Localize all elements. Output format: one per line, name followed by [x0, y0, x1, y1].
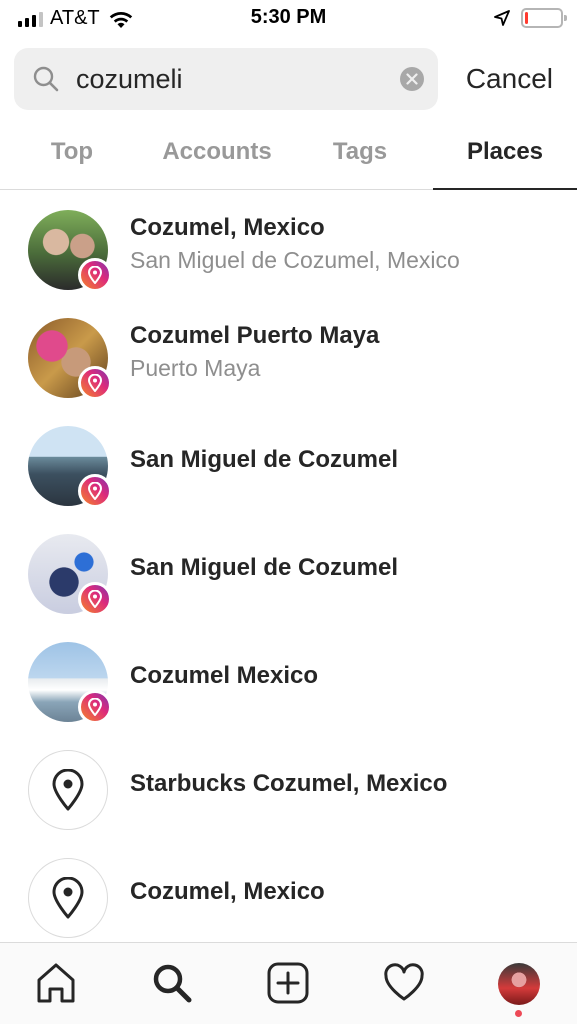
tab-accounts[interactable]: Accounts	[150, 120, 284, 190]
location-badge-icon	[78, 258, 112, 292]
place-name: Cozumel Mexico	[130, 662, 319, 689]
battery-icon	[521, 8, 567, 28]
location-pin-icon	[28, 858, 108, 938]
search-header: Cancel	[14, 48, 563, 110]
list-item[interactable]: Starbucks Cozumel, Mexico	[0, 730, 577, 838]
location-badge-icon	[78, 690, 112, 724]
tab-places[interactable]: Places	[433, 120, 577, 190]
location-badge-icon	[78, 366, 112, 400]
place-name: Cozumel, Mexico	[130, 214, 325, 241]
profile-avatar[interactable]	[498, 963, 540, 1005]
location-badge-icon	[78, 582, 112, 616]
place-subtitle: Puerto Maya	[130, 355, 261, 381]
list-item[interactable]: Cozumel Puerto Maya Puerto Maya	[0, 298, 577, 406]
clear-search-button[interactable]	[400, 67, 424, 91]
cancel-button[interactable]: Cancel	[466, 63, 553, 95]
location-arrow-icon	[494, 10, 510, 26]
place-subtitle: San Miguel de Cozumel, Mexico	[130, 247, 460, 273]
notification-dot	[515, 1010, 522, 1017]
status-bar: AT&T 5:30 PM	[0, 0, 577, 38]
places-results-list: Cozumel, Mexico San Miguel de Cozumel, M…	[0, 190, 577, 946]
search-icon	[33, 66, 59, 92]
list-item[interactable]: San Miguel de Cozumel	[0, 514, 577, 622]
bottom-tab-bar	[0, 942, 577, 1024]
place-name: Cozumel, Mexico	[130, 878, 325, 905]
place-name: Starbucks Cozumel, Mexico	[130, 770, 448, 797]
list-item[interactable]: Cozumel Mexico	[0, 622, 577, 730]
activity-heart-icon[interactable]	[382, 961, 426, 1005]
close-icon	[406, 73, 418, 85]
list-item[interactable]: Cozumel, Mexico	[0, 838, 577, 946]
search-icon[interactable]	[150, 961, 194, 1005]
place-name: San Miguel de Cozumel	[130, 554, 399, 581]
search-box[interactable]	[14, 48, 438, 110]
home-icon[interactable]	[34, 961, 78, 1005]
place-name: Cozumel Puerto Maya	[130, 322, 380, 349]
place-name: San Miguel de Cozumel	[130, 446, 399, 473]
search-tabs: Top Accounts Tags Places	[0, 120, 577, 190]
battery-level	[525, 12, 528, 24]
location-badge-icon	[78, 474, 112, 508]
list-item[interactable]: Cozumel, Mexico San Miguel de Cozumel, M…	[0, 190, 577, 298]
list-item[interactable]: San Miguel de Cozumel	[0, 406, 577, 514]
tab-top[interactable]: Top	[18, 120, 126, 190]
tab-tags[interactable]: Tags	[312, 120, 408, 190]
search-input[interactable]	[76, 61, 396, 97]
location-pin-icon	[28, 750, 108, 830]
new-post-icon[interactable]	[266, 961, 310, 1005]
clock: 5:30 PM	[250, 6, 327, 28]
